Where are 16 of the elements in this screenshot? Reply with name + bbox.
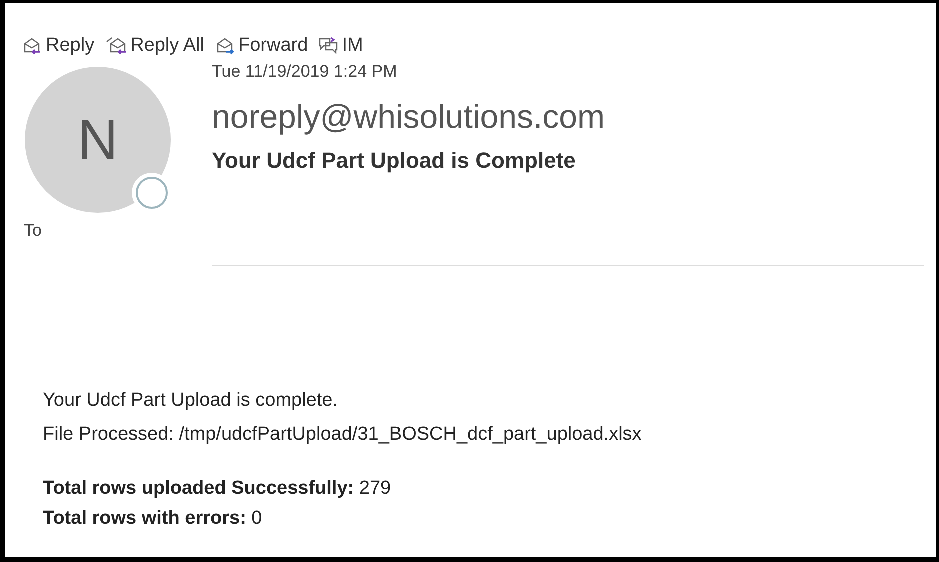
total-line: Total rows uploaded Successfully: 279	[43, 477, 392, 501]
chat-bubbles-icon	[318, 36, 340, 56]
sender-address: noreply@whisolutions.com	[212, 97, 606, 137]
message-subject: Your Udcf Part Upload is Complete	[212, 147, 577, 175]
to-label: To	[23, 220, 42, 242]
reply-all-icon	[104, 36, 129, 56]
message-date: Tue 11/19/2019 1:24 PM	[212, 61, 398, 83]
forward-icon	[214, 36, 236, 56]
avatar: N	[25, 67, 171, 213]
toolbar-button[interactable]: Reply	[22, 32, 95, 60]
total-line: Total rows with errors: 0	[43, 507, 262, 531]
toolbar-button[interactable]: Forward	[214, 32, 308, 60]
body-text: File Processed: /tmp/udcfPartUpload/31_BOSCH_dcf_part_upload.xlsx	[43, 423, 642, 447]
toolbar-button[interactable]: Reply All	[104, 32, 204, 60]
toolbar-button[interactable]: IM	[318, 32, 364, 60]
body-text: Your Udcf Part Upload is complete.	[43, 389, 338, 413]
